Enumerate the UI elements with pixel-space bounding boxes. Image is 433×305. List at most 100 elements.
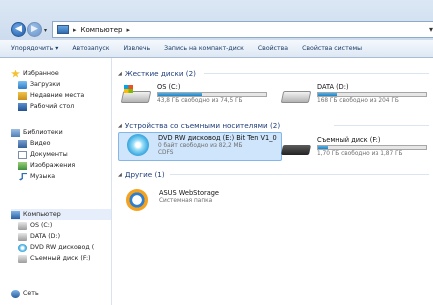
- sidebar-item-documents[interactable]: Документы: [18, 149, 68, 160]
- computer-icon: [11, 210, 20, 219]
- group-divider: [204, 73, 429, 74]
- sidebar-item-downloads[interactable]: Загрузки: [18, 79, 60, 90]
- sidebar-item-label: Загрузки: [30, 81, 61, 88]
- collapse-arrow-icon[interactable]: ◢: [118, 123, 122, 129]
- drive-name: OS (C:): [157, 83, 181, 91]
- sidebar-item-computer[interactable]: Компьютер: [11, 209, 111, 220]
- address-bar[interactable]: ▸ Компьютер ▸ ▾: [52, 21, 433, 38]
- sidebar-item-label: Сеть: [23, 290, 39, 297]
- desktop-icon: [18, 102, 27, 111]
- sidebar-item-label: Рабочий стол: [30, 103, 75, 110]
- drive-name: DATA (D:): [317, 83, 349, 91]
- music-icon: [18, 172, 27, 181]
- drive-name: DVD RW дисковод (E:) Bit Ten V1_0: [158, 134, 277, 142]
- sidebar-item-label: Компьютер: [23, 211, 61, 218]
- content-pane: ◢ Жесткие диски (2) OS (C:) 43,8 ГБ своб…: [112, 58, 433, 305]
- computer-icon: [57, 25, 69, 34]
- sidebar-item-label: Библиотеки: [23, 129, 63, 136]
- group-title: Жесткие диски (2): [124, 69, 196, 78]
- dvd-drive-icon: [121, 134, 153, 158]
- usage-bar: [317, 145, 427, 150]
- collapse-arrow-icon[interactable]: ◢: [118, 172, 122, 178]
- system-properties-button[interactable]: Свойства системы: [302, 45, 362, 52]
- usb-drive-icon: [280, 136, 312, 160]
- drive-tile-f[interactable]: Съемный диск (F:) 1,70 ГБ свободно из 1,…: [280, 136, 427, 160]
- sidebar-item-pictures[interactable]: Изображения: [18, 160, 75, 171]
- sidebar-item-desktop[interactable]: Рабочий стол: [18, 101, 74, 112]
- sidebar-item-favorites[interactable]: Избранное: [11, 68, 59, 79]
- item-name: ASUS WebStorage: [159, 189, 219, 197]
- group-header-hard-drives[interactable]: ◢ Жесткие диски (2): [118, 69, 196, 78]
- usage-bar-fill: [158, 93, 203, 96]
- eject-button[interactable]: Извлечь: [124, 45, 151, 52]
- drive-tile-dvd[interactable]: DVD RW дисковод (E:) Bit Ten V1_0 0 байт…: [118, 132, 282, 161]
- drive-name: Съемный диск (F:): [317, 136, 381, 144]
- video-icon: [18, 139, 27, 148]
- properties-button[interactable]: Свойства: [258, 45, 288, 52]
- sidebar-item-label: DATA (D:): [30, 233, 61, 240]
- address-dropdown-icon[interactable]: ▾: [429, 25, 433, 34]
- usage-bar-fill: [318, 146, 328, 149]
- hard-drive-icon: [120, 83, 152, 107]
- drive-icon: [18, 232, 27, 241]
- sidebar-item-label: DVD RW дисковод (: [30, 244, 95, 251]
- downloads-icon: [18, 80, 27, 89]
- breadcrumb-computer[interactable]: Компьютер: [81, 26, 123, 34]
- sidebar-item-label: Съемный диск (F:): [30, 255, 91, 262]
- group-divider: [334, 125, 429, 126]
- sidebar-item-music[interactable]: Музыка: [18, 171, 55, 182]
- sidebar-item-dvd[interactable]: DVD RW дисковод (: [18, 242, 94, 253]
- sidebar-item-libraries[interactable]: Библиотеки: [11, 127, 63, 138]
- hard-drive-icon: [280, 83, 312, 107]
- back-button[interactable]: ◀: [11, 22, 26, 37]
- breadcrumb-separator[interactable]: ▸: [73, 26, 77, 34]
- sidebar-item-label: Избранное: [23, 70, 59, 77]
- star-icon: [11, 69, 20, 78]
- sidebar-item-label: Видео: [30, 140, 51, 147]
- group-title: Другие (1): [124, 170, 165, 179]
- drive-icon: [18, 221, 27, 230]
- asus-webstorage-tile[interactable]: ASUS WebStorage Системная папка: [122, 189, 219, 213]
- sidebar-item-os-c[interactable]: OS (C:): [18, 220, 52, 231]
- group-header-removable[interactable]: ◢ Устройства со съемными носителями (2): [118, 121, 280, 130]
- drive-tile-c[interactable]: OS (C:) 43,8 ГБ свободно из 74,5 ГБ: [120, 83, 267, 107]
- sidebar-item-label: Музыка: [30, 173, 56, 180]
- sidebar-item-network[interactable]: Сеть: [11, 288, 39, 299]
- dvd-icon: [18, 243, 27, 252]
- sidebar-item-label: Недавние места: [30, 92, 85, 99]
- network-icon: [11, 289, 20, 298]
- autorun-button[interactable]: Автозапуск: [72, 45, 109, 52]
- usage-bar: [157, 92, 267, 97]
- collapse-arrow-icon[interactable]: ◢: [118, 71, 122, 77]
- sidebar-item-video[interactable]: Видео: [18, 138, 51, 149]
- drive-free-space: 168 ГБ свободно из 204 ГБ: [317, 98, 399, 104]
- usb-drive-icon: [18, 254, 27, 263]
- breadcrumb-separator[interactable]: ▸: [126, 26, 130, 34]
- item-description: Системная папка: [159, 198, 213, 204]
- sidebar-item-label: OS (C:): [30, 222, 53, 229]
- history-dropdown-icon[interactable]: ▾: [44, 27, 47, 34]
- title-bar: ◀ ▶ ▾ ▸ Компьютер ▸ ▾: [0, 0, 433, 40]
- group-header-other[interactable]: ◢ Другие (1): [118, 170, 165, 179]
- asus-webstorage-icon: [122, 189, 154, 213]
- recent-places-icon: [18, 91, 27, 100]
- drive-filesystem: CDFS: [158, 150, 174, 156]
- usage-bar: [317, 92, 427, 97]
- navigation-pane: Избранное Загрузки Недавние места Рабочи…: [0, 58, 112, 305]
- burn-button[interactable]: Запись на компакт-диск: [164, 45, 244, 52]
- sidebar-item-recent[interactable]: Недавние места: [18, 90, 84, 101]
- group-divider: [170, 174, 429, 175]
- command-bar: Упорядочить ▾ Автозапуск Извлечь Запись …: [0, 40, 433, 58]
- pictures-icon: [18, 161, 27, 170]
- sidebar-item-data-d[interactable]: DATA (D:): [18, 231, 60, 242]
- forward-button[interactable]: ▶: [27, 22, 42, 37]
- usage-bar-fill: [318, 93, 338, 96]
- sidebar-item-removable-f[interactable]: Съемный диск (F:): [18, 253, 91, 264]
- organize-button[interactable]: Упорядочить ▾: [11, 45, 58, 52]
- drive-free-space: 43,8 ГБ свободно из 74,5 ГБ: [157, 98, 243, 104]
- libraries-icon: [11, 128, 20, 137]
- drive-tile-d[interactable]: DATA (D:) 168 ГБ свободно из 204 ГБ: [280, 83, 427, 107]
- group-title: Устройства со съемными носителями (2): [124, 121, 281, 130]
- drive-free-space: 1,70 ГБ свободно из 1,87 ГБ: [317, 151, 403, 157]
- drive-free-space: 0 байт свободно из 82,2 МБ: [158, 143, 243, 149]
